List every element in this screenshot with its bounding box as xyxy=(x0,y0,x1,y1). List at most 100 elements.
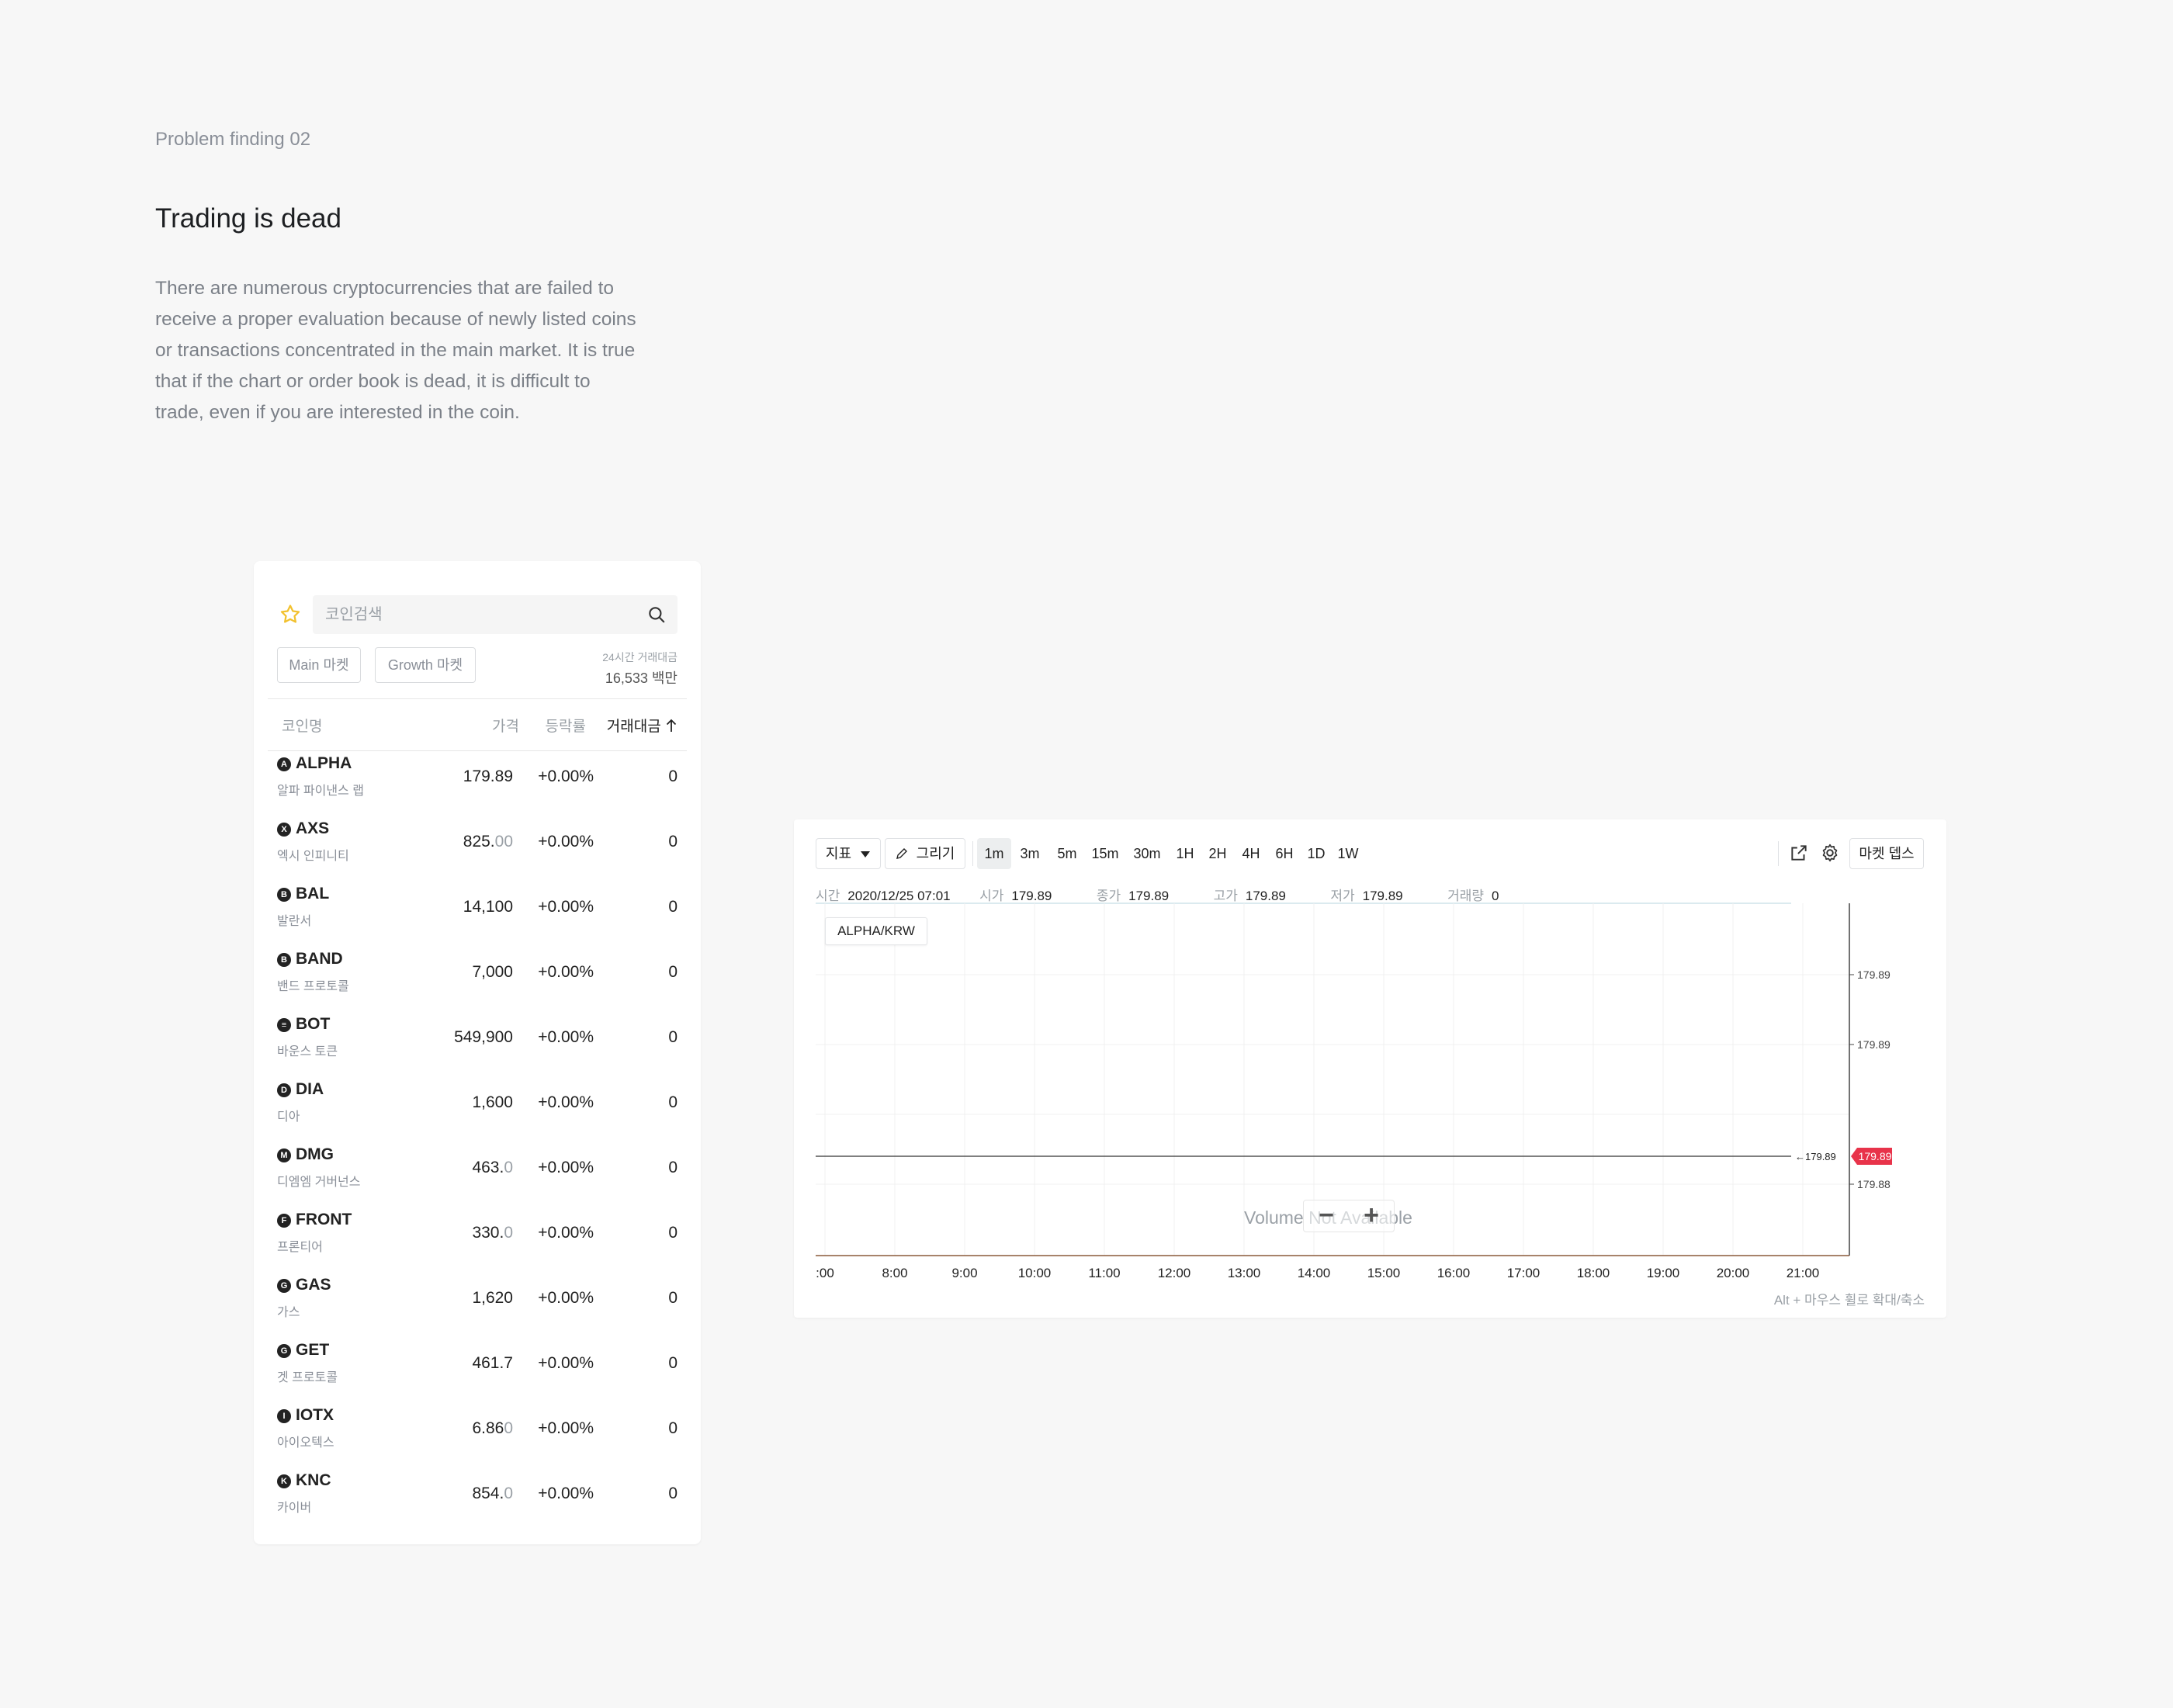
pair-label: ALPHA/KRW xyxy=(825,917,927,945)
chart-panel: 지표 그리기 1m 3m 5m 15m 30m 1H 2H 4H 6H 1D 1W 마켓 뎁스 시간… xyxy=(794,819,1946,1318)
table-row[interactable]: A ALPHA 알파 파이낸스 랩 179.89 +0.00% 0 xyxy=(254,752,701,817)
coin-symbol: AXS xyxy=(296,819,330,837)
coin-volume: 0 xyxy=(668,1224,678,1242)
coin-volume: 0 xyxy=(668,1485,678,1502)
coin-logo-icon: X xyxy=(277,823,291,837)
coin-symbol: FRONT xyxy=(296,1211,352,1228)
coin-name: 아이오텍스 xyxy=(277,1436,334,1450)
coin-name: 디아 xyxy=(277,1110,300,1124)
search-input[interactable] xyxy=(313,595,623,634)
coin-name: 카이버 xyxy=(277,1502,312,1515)
search-icon[interactable] xyxy=(646,605,667,625)
zoom-out-button[interactable]: − xyxy=(1307,1200,1346,1232)
y-tick-label: 179.89 xyxy=(1857,1038,1891,1051)
volume-24h-label: 24시간 거래대금 xyxy=(602,651,678,663)
coin-volume: 0 xyxy=(668,898,678,916)
divider xyxy=(268,698,687,699)
x-tick-label: 21:00 xyxy=(1787,1266,1820,1280)
table-row[interactable]: M DMG 디엠엠 거버넌스 463.0 +0.00% 0 xyxy=(254,1143,701,1208)
growth-market-button[interactable]: Growth 마켓 xyxy=(375,647,476,683)
column-header-volume[interactable]: 거래대금 xyxy=(600,715,678,736)
coin-volume: 0 xyxy=(668,1289,678,1307)
zoom-hint: Alt + 마우스 휠로 확대/축소 xyxy=(1773,1293,1925,1308)
coin-logo-icon: D xyxy=(277,1083,291,1097)
coin-name: 발란서 xyxy=(277,915,312,928)
column-header-price[interactable]: 가격 xyxy=(471,715,519,736)
coin-volume: 0 xyxy=(668,1159,678,1176)
coin-name: 프론티어 xyxy=(277,1241,323,1254)
coin-symbol: BAND xyxy=(296,950,343,968)
coin-change: +0.00% xyxy=(538,767,594,785)
coin-name: 밴드 프로토콜 xyxy=(277,980,349,993)
coin-price-main: 549,900 xyxy=(454,1028,513,1046)
coin-price-main: 14,100 xyxy=(463,898,513,916)
coin-change: +0.00% xyxy=(538,1289,594,1307)
coin-change: +0.00% xyxy=(538,1028,594,1046)
table-row[interactable]: B BAND 밴드 프로토콜 7,000 +0.00% 0 xyxy=(254,948,701,1013)
coin-volume: 0 xyxy=(668,963,678,981)
x-tick-label: 17:00 xyxy=(1507,1266,1541,1280)
search-box xyxy=(313,595,678,634)
coin-price-dim: 00 xyxy=(494,833,513,851)
x-tick-label: 18:00 xyxy=(1577,1266,1610,1280)
table-row[interactable]: F FRONT 프론티어 330.0 +0.00% 0 xyxy=(254,1208,701,1273)
coin-price: 549,900 xyxy=(409,1028,513,1047)
coin-logo-icon: G xyxy=(277,1344,291,1358)
coin-price: 14,100 xyxy=(409,898,513,916)
coin-volume: 0 xyxy=(668,1354,678,1372)
table-row[interactable]: B BAL 발란서 14,100 +0.00% 0 xyxy=(254,882,701,948)
coin-logo-icon: M xyxy=(277,1148,291,1162)
coin-price-main: 463. xyxy=(472,1159,504,1176)
coin-change: +0.00% xyxy=(538,833,594,851)
coin-change: +0.00% xyxy=(538,1159,594,1176)
search-bar xyxy=(279,595,678,634)
coin-logo-icon: I xyxy=(277,1409,291,1423)
table-row[interactable]: I IOTX 아이오텍스 6.860 +0.00% 0 xyxy=(254,1404,701,1469)
section-label: Problem finding 02 xyxy=(155,129,311,150)
coin-name: 바운스 토큰 xyxy=(277,1045,338,1058)
zoom-in-button[interactable]: + xyxy=(1352,1200,1391,1232)
body-line: There are numerous cryptocurrencies that… xyxy=(155,278,615,299)
coin-logo-icon: A xyxy=(277,757,291,771)
table-row[interactable]: K KNC 카이버 854.0 +0.00% 0 xyxy=(254,1469,701,1534)
coin-volume: 0 xyxy=(668,767,678,785)
main-market-button[interactable]: Main 마켓 xyxy=(277,647,361,683)
coin-price: 825.00 xyxy=(409,833,513,851)
coin-change: +0.00% xyxy=(538,1224,594,1242)
coin-name: 가스 xyxy=(277,1306,300,1319)
coin-logo-icon: F xyxy=(277,1214,291,1228)
coin-price: 330.0 xyxy=(409,1224,513,1242)
coin-name: 겟 프로토콜 xyxy=(277,1371,338,1384)
table-row[interactable]: G GAS 가스 1,620 +0.00% 0 xyxy=(254,1273,701,1339)
coin-price-main: 825. xyxy=(463,833,495,851)
coin-change: +0.00% xyxy=(538,898,594,916)
coin-price-dim: 0 xyxy=(504,1159,513,1176)
column-header-change[interactable]: 등락률 xyxy=(533,715,586,736)
coin-price: 179.89 xyxy=(409,767,513,786)
coin-name: 디엠엠 거버넌스 xyxy=(277,1176,361,1189)
coin-name: 엑시 인피니티 xyxy=(277,850,349,863)
table-row[interactable]: ≡ BOT 바운스 토큰 549,900 +0.00% 0 xyxy=(254,1013,701,1078)
coin-change: +0.00% xyxy=(538,1419,594,1437)
coin-price-dim: 0 xyxy=(504,1485,513,1502)
table-row[interactable]: X AXS 엑시 인피니티 825.00 +0.00% 0 xyxy=(254,817,701,882)
divider xyxy=(268,750,687,751)
body-line: or transactions concentrated in the main… xyxy=(155,340,636,361)
coin-price-dim: 0 xyxy=(504,1224,513,1242)
coin-symbol: BOT xyxy=(296,1015,331,1033)
coin-logo-icon: ≡ xyxy=(277,1018,291,1032)
coin-volume: 0 xyxy=(668,833,678,851)
table-row[interactable]: D DIA 디아 1,600 +0.00% 0 xyxy=(254,1078,701,1143)
coin-price: 6.860 xyxy=(409,1419,513,1438)
coin-symbol: GET xyxy=(296,1341,330,1359)
coin-price: 463.0 xyxy=(409,1159,513,1177)
star-icon[interactable] xyxy=(279,603,302,626)
table-row[interactable]: G GET 겟 프로토콜 461.7 +0.00% 0 xyxy=(254,1339,701,1404)
coin-price-main: 6.86 xyxy=(472,1419,504,1437)
coin-price-main: 330. xyxy=(472,1224,504,1242)
column-header-name[interactable]: 코인명 xyxy=(282,715,322,736)
x-tick-label: 12:00 xyxy=(1158,1266,1191,1280)
x-tick-label: 20:00 xyxy=(1717,1266,1750,1280)
body-line: receive a proper evaluation because of n… xyxy=(155,309,636,330)
zoom-controls: − + xyxy=(1303,1200,1395,1232)
